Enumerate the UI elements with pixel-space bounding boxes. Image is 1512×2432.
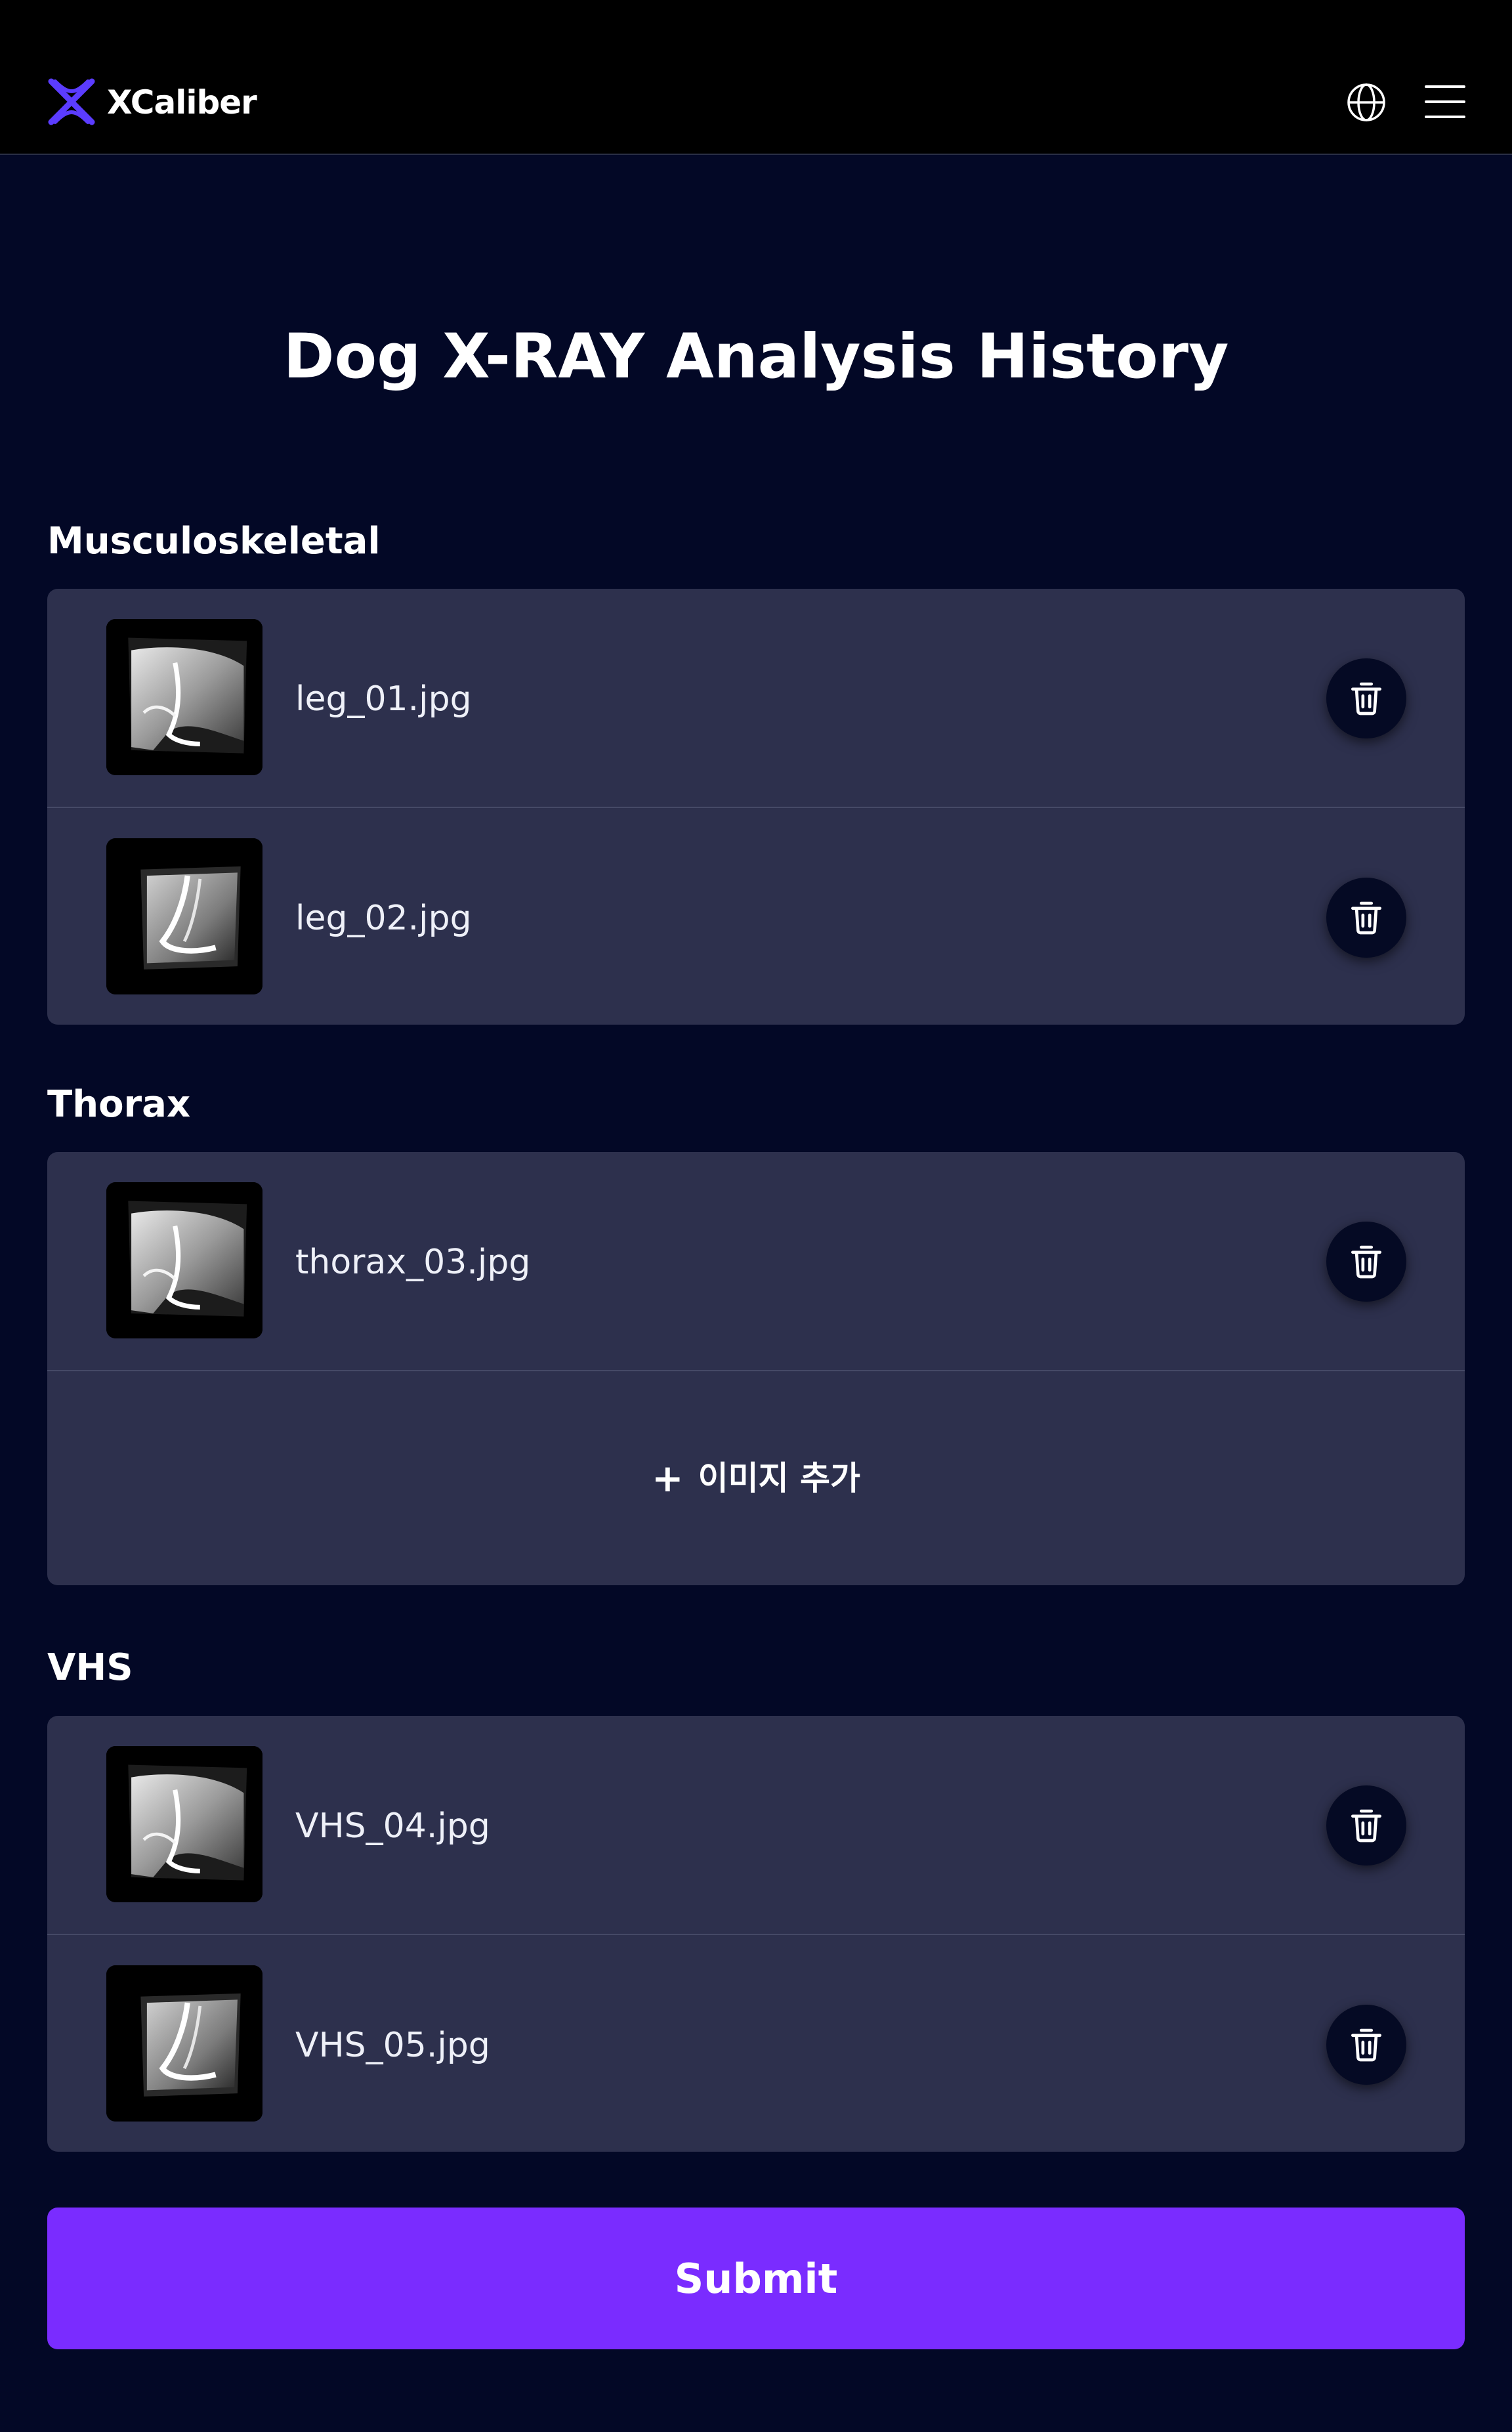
trash-icon [1346, 2024, 1387, 2065]
hamburger-menu-icon[interactable] [1425, 84, 1465, 119]
list-item[interactable]: VHS_05.jpg [47, 1934, 1465, 2152]
top-app-bar: XCaliber [0, 0, 1512, 155]
xray-thumbnail[interactable] [106, 1965, 262, 2122]
trash-icon [1346, 1805, 1387, 1846]
delete-button[interactable] [1326, 1785, 1406, 1866]
add-image-label: 이미지 추가 [698, 1459, 861, 1497]
brand-name[interactable]: XCaliber [107, 83, 257, 122]
image-list-vhs: VHS_04.jpg VHS_05.jpg [47, 1716, 1465, 2152]
image-list-thorax: thorax_03.jpg + 이미지 추가 [47, 1152, 1465, 1585]
submit-button[interactable]: Submit [47, 2208, 1465, 2349]
list-item[interactable]: leg_02.jpg [47, 807, 1465, 1025]
plus-icon: + [651, 1456, 684, 1501]
trash-icon [1346, 1241, 1387, 1282]
file-name: leg_02.jpg [295, 899, 472, 938]
trash-icon [1346, 678, 1387, 719]
add-image-button[interactable]: + 이미지 추가 [47, 1370, 1465, 1585]
delete-button[interactable] [1326, 878, 1406, 958]
delete-button[interactable] [1326, 2005, 1406, 2085]
file-name: VHS_04.jpg [295, 1806, 490, 1846]
page-title: Dog X-RAY Analysis History [283, 321, 1229, 393]
delete-button[interactable] [1326, 1222, 1406, 1302]
xray-thumbnail[interactable] [106, 838, 262, 994]
section-title-musculoskeletal: Musculoskeletal [47, 520, 381, 563]
section-title-vhs: VHS [47, 1646, 133, 1689]
xray-thumbnail[interactable] [106, 619, 262, 775]
xcaliber-logo-icon[interactable] [46, 77, 97, 126]
file-name: VHS_05.jpg [295, 2026, 490, 2065]
list-item[interactable]: thorax_03.jpg [47, 1152, 1465, 1370]
list-item[interactable]: VHS_04.jpg [47, 1716, 1465, 1934]
file-name: leg_01.jpg [295, 679, 472, 719]
image-list-musculoskeletal: leg_01.jpg leg_02.jpg [47, 589, 1465, 1025]
file-name: thorax_03.jpg [295, 1243, 531, 1282]
trash-icon [1346, 897, 1387, 938]
xray-thumbnail[interactable] [106, 1746, 262, 1902]
list-item[interactable]: leg_01.jpg [47, 589, 1465, 807]
xray-thumbnail[interactable] [106, 1182, 262, 1338]
section-title-thorax: Thorax [47, 1083, 191, 1126]
delete-button[interactable] [1326, 658, 1406, 738]
globe-icon[interactable] [1345, 81, 1387, 123]
